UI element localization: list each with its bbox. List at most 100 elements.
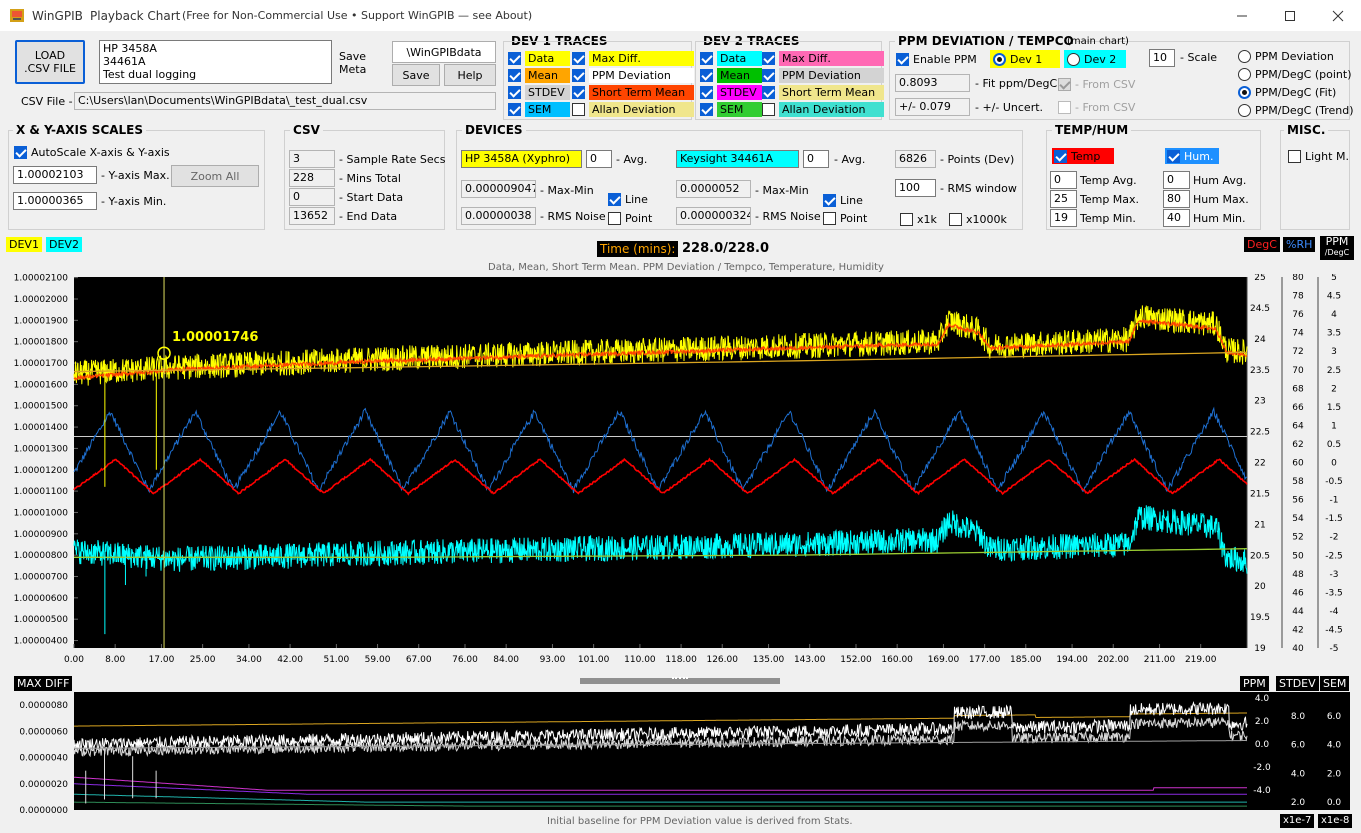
dev2-trace-stdev-checkbox[interactable]: STDEV	[700, 84, 762, 100]
from-csv-checkbox-1[interactable]: - From CSV	[1058, 76, 1135, 92]
load-csv-button[interactable]: LOAD .CSV FILE	[15, 40, 85, 84]
ppm-mode-radio-2[interactable]: PPM/DegC (Fit)	[1238, 84, 1336, 100]
dev2-trace-data-checkbox[interactable]: Data	[700, 50, 762, 66]
rh-tick-label: 42	[1292, 625, 1303, 635]
dev1-trace-max-diff--checkbox[interactable]: Max Diff.	[572, 50, 694, 66]
ppm-tick-label: 1	[1331, 421, 1337, 431]
rh-tick-label: 74	[1292, 329, 1304, 339]
ppm-tick-label: -4	[1330, 607, 1339, 617]
ppm-uncert-input[interactable]: +/- 0.079	[895, 98, 970, 116]
folder-button[interactable]: \WinGPIBdata	[392, 41, 496, 63]
dev1-trace-short-term-mean-checkbox[interactable]: Short Term Mean	[572, 84, 694, 100]
meta-textarea[interactable]: HP 3458A 34461A Test dual logging	[99, 40, 332, 84]
dev2-trace-mean-checkbox[interactable]: Mean	[700, 67, 762, 83]
dev2-trace-max-diff--checkbox[interactable]: Max Diff.	[762, 50, 884, 66]
dev2-line-checkbox[interactable]: Line	[823, 192, 863, 208]
rms-window-label: - RMS window	[940, 182, 1017, 195]
x-tick-label: 110.00	[624, 655, 656, 664]
dev1-trace-sem-checkbox[interactable]: SEM	[508, 101, 570, 117]
ymax-label: - Y-axis Max.	[101, 169, 170, 182]
dev1-avg-input[interactable]: 0	[586, 150, 612, 168]
dev1-trace-ppm-deviation-checkbox[interactable]: PPM Deviation	[572, 67, 694, 83]
x1k-checkbox[interactable]: x1k	[900, 211, 937, 227]
csv-value-input[interactable]: 228	[289, 169, 335, 187]
temp-stat-input[interactable]: 19	[1050, 209, 1077, 227]
ymin-input[interactable]: 1.00000365	[13, 192, 97, 210]
points-input[interactable]: 6826	[895, 150, 936, 168]
ppm-scale-input[interactable]: 10	[1149, 49, 1175, 67]
from-csv-checkbox-2[interactable]: - From CSV	[1058, 99, 1135, 115]
temp-stat-label: Temp Min.	[1080, 212, 1136, 225]
csv-value-input[interactable]: 13652	[289, 207, 335, 225]
maxdiff-y-tick-label: 0.0000040	[19, 754, 68, 764]
dev2-trace-ppm-deviation-checkbox[interactable]: PPM Deviation	[762, 67, 884, 83]
dev1-name-input[interactable]: HP 3458A (Xyphro)	[461, 150, 582, 168]
devices-title: DEVICES	[462, 123, 526, 137]
dev2-rms-input[interactable]: 0.000000324	[676, 207, 751, 225]
enable-ppm-checkbox[interactable]: Enable PPM	[896, 51, 977, 67]
ppm-title: PPM DEVIATION / TEMPCO	[895, 34, 1077, 48]
x-tick-label: 152.00	[840, 655, 872, 664]
rh-tag: %RH	[1283, 237, 1316, 252]
hum-checkbox[interactable]: Hum.	[1165, 148, 1220, 164]
csv-value-input[interactable]: 3	[289, 150, 335, 168]
ppm-tick-label: -3.5	[1325, 588, 1343, 598]
temp-stat-input[interactable]: 0	[1050, 171, 1077, 189]
maxdiff-y-tick-label: 0.0000080	[19, 701, 68, 711]
autoscale-checkbox[interactable]: AutoScale X-axis & Y-axis	[14, 144, 170, 160]
close-icon[interactable]	[1328, 8, 1348, 24]
ppm-mode-radio-3[interactable]: PPM/DegC (Trend)	[1238, 102, 1354, 118]
ppm-mode-radio-1[interactable]: PPM/DegC (point)	[1238, 66, 1352, 82]
y-tick-label: 1.00001300	[14, 444, 69, 454]
dev1-point-checkbox[interactable]: Point	[608, 210, 652, 226]
dev1-line-checkbox[interactable]: Line	[608, 191, 648, 207]
trace-check-icon	[700, 85, 713, 99]
rms-window-input[interactable]: 100	[895, 179, 936, 197]
hum-stat-input[interactable]: 40	[1163, 209, 1190, 227]
x1000k-checkbox[interactable]: x1000k	[949, 211, 1007, 227]
dev1-trace-stdev-checkbox[interactable]: STDEV	[508, 84, 570, 100]
dev1-trace-allan-deviation-checkbox[interactable]: Allan Deviation	[572, 101, 694, 117]
zoom-all-button[interactable]: Zoom All	[171, 165, 259, 187]
y-tick-label: 1.00000900	[14, 530, 69, 540]
maximize-icon[interactable]	[1280, 8, 1300, 24]
ppm-dev2-radio[interactable]: Dev 2	[1064, 50, 1127, 68]
dev2-maxmin-input[interactable]: 0.0000052	[676, 180, 751, 198]
dev1-point-check-icon	[608, 211, 621, 225]
dev2-point-checkbox[interactable]: Point	[823, 210, 867, 226]
temp-checkbox[interactable]: Temp	[1052, 148, 1115, 164]
dev2-avg-input[interactable]: 0	[803, 150, 829, 168]
csv-value-input[interactable]: 0	[289, 188, 335, 206]
ymax-input[interactable]: 1.00002103	[13, 166, 97, 184]
temp-stat-input[interactable]: 25	[1050, 190, 1077, 208]
light-mode-checkbox[interactable]: Light M.	[1288, 148, 1349, 164]
trace-check-icon	[700, 102, 713, 116]
dev2-name-input[interactable]: Keysight 34461A	[676, 150, 799, 168]
dev2-trace-sem-checkbox[interactable]: SEM	[700, 101, 762, 117]
help-button[interactable]: Help	[444, 64, 496, 86]
ppm-dev1-radio[interactable]: Dev 1	[990, 50, 1061, 68]
csv-file-path[interactable]: C:\Users\lan\Documents\WinGPIBdata\_test…	[74, 92, 496, 110]
ppm-mode-radio-0[interactable]: PPM Deviation	[1238, 48, 1334, 64]
dev1-rms-input[interactable]: 0.00000038	[461, 207, 536, 225]
y-tick-label: 1.00001800	[14, 338, 69, 348]
trace-check-icon	[762, 85, 775, 99]
dev2-point-check-icon	[823, 211, 836, 225]
dev2-trace-allan-deviation-checkbox[interactable]: Allan Deviation	[762, 101, 884, 117]
dev1-trace-data-checkbox[interactable]: Data	[508, 50, 570, 66]
dev1-maxmin-input[interactable]: 0.000009047	[461, 180, 536, 198]
ppm-fit-input[interactable]: 0.8093	[895, 74, 970, 92]
x-tick-label: 0.00	[64, 655, 84, 664]
minimize-icon[interactable]	[1232, 8, 1252, 24]
save-button[interactable]: Save	[392, 64, 440, 86]
save-meta-button[interactable]: Save Meta	[339, 50, 373, 76]
maxdiff-chart[interactable]: 0.00000800.00000600.00000400.00000200.00…	[0, 690, 1361, 833]
autoscale-check-icon	[14, 145, 27, 159]
hum-stat-input[interactable]: 80	[1163, 190, 1190, 208]
main-chart[interactable]: 1.00002100 1.00002000 1.00001900 1.00001800…	[0, 274, 1361, 664]
trace-check-icon	[508, 102, 521, 116]
dev2-trace-short-term-mean-checkbox[interactable]: Short Term Mean	[762, 84, 884, 100]
bottom-stdev-tick: 6.0	[1291, 741, 1306, 751]
hum-stat-input[interactable]: 0	[1163, 171, 1190, 189]
dev1-trace-mean-checkbox[interactable]: Mean	[508, 67, 570, 83]
